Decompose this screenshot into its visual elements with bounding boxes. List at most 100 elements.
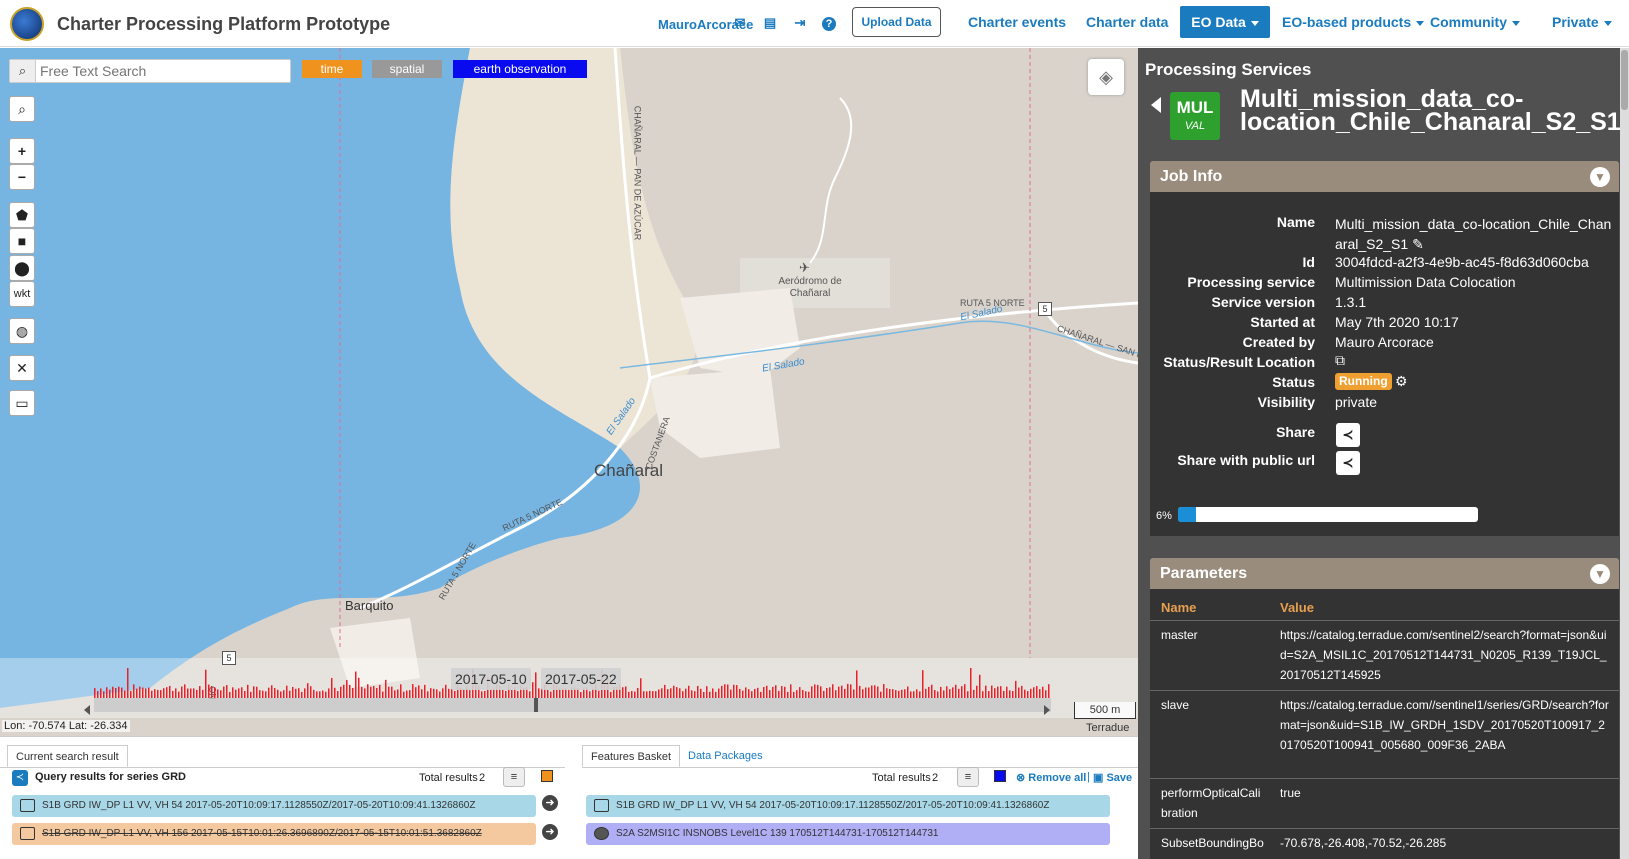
job-info-header[interactable]: Job Info ▼ <box>1150 161 1619 192</box>
basket-color-swatch[interactable] <box>994 770 1006 782</box>
pin-icon[interactable]: ⬤ <box>9 255 35 281</box>
timeline-start-date[interactable]: 2017-05-10 <box>451 668 531 690</box>
add-to-basket-icon[interactable]: ➜ <box>542 824 558 840</box>
timeline-tick <box>826 687 828 698</box>
upload-data-button[interactable]: Upload Data <box>852 7 941 37</box>
nav-private[interactable]: Private <box>1552 14 1612 30</box>
rectangle-icon[interactable]: ■ <box>9 228 35 254</box>
series-color-swatch[interactable] <box>541 770 553 782</box>
share-icon[interactable]: ≺ <box>1336 423 1360 447</box>
basket-row[interactable]: S1B GRD IW_DP L1 VV, VH 54 2017-05-20T10… <box>586 795 1110 817</box>
timeline-tick <box>313 689 315 698</box>
help-icon[interactable]: ? <box>822 17 836 31</box>
nav-charter-data[interactable]: Charter data <box>1086 14 1168 30</box>
timeline-right-arrow[interactable] <box>1044 705 1050 715</box>
share-public-icon[interactable]: ≺ <box>1336 451 1360 475</box>
add-to-basket-icon[interactable]: ➜ <box>542 795 558 811</box>
param-name: master <box>1161 628 1198 642</box>
timeline-tick <box>922 670 924 698</box>
globe-icon[interactable]: ◍ <box>9 318 35 344</box>
nav-community[interactable]: Community <box>1430 14 1520 30</box>
field-label: Id <box>1302 254 1315 270</box>
timeline-tick <box>835 690 837 698</box>
timeline-tick <box>1024 689 1026 698</box>
eo-filter-chip[interactable]: earth observation <box>453 60 587 78</box>
timeline-handle[interactable] <box>534 698 538 712</box>
envelope-icon[interactable]: ✉ <box>732 15 748 31</box>
chevron-down-icon[interactable]: ▼ <box>1590 564 1610 584</box>
timeline-tick <box>631 691 633 698</box>
charter-logo[interactable] <box>10 7 44 41</box>
sign-out-icon[interactable]: ⇥ <box>792 15 808 31</box>
timeline-tick <box>904 689 906 698</box>
timeline-tick <box>673 685 675 698</box>
progress-percent: 6% <box>1156 510 1172 522</box>
timeline-tick <box>982 691 984 698</box>
layers-icon[interactable]: ◈ <box>1088 59 1124 95</box>
parameters-header[interactable]: Parameters ▼ <box>1150 558 1619 589</box>
map-attribution[interactable]: Terradue <box>1086 722 1129 734</box>
timeline-tick <box>97 691 99 698</box>
share-icon[interactable]: ≺ <box>12 770 28 786</box>
timeline-end-date[interactable]: 2017-05-22 <box>541 668 621 690</box>
timeline-tick <box>1000 686 1002 698</box>
timeline-left-arrow[interactable] <box>84 705 90 715</box>
basket-row[interactable]: S2A S2MSI1C INSNOBS Level1C 139 170512T1… <box>586 823 1110 845</box>
book-icon[interactable]: ▤ <box>762 15 778 31</box>
param-value: -70.678,-26.408,-70.52,-26.285 <box>1280 836 1447 850</box>
timeline-tick <box>775 685 777 698</box>
ruler-icon[interactable]: ▭ <box>9 390 35 416</box>
field-label: Processing service <box>1187 274 1315 290</box>
search-icon[interactable]: ⌕ <box>10 60 36 82</box>
list-view-icon[interactable]: ≡ <box>957 767 979 787</box>
list-view-icon[interactable]: ≡ <box>503 767 525 787</box>
result-row-label: S1B GRD IW_DP L1 VV, VH 156 2017-05-15T1… <box>42 828 482 839</box>
timeline-tick <box>451 688 453 698</box>
gear-icon[interactable]: ⚙ <box>1395 373 1408 390</box>
edit-pencil-icon[interactable]: ✎ <box>1412 236 1424 252</box>
timeline-tick <box>493 689 495 698</box>
timeline-tick <box>331 677 333 698</box>
search-tool-icon[interactable]: ⌕ <box>9 96 35 122</box>
timeline-tick <box>847 683 849 698</box>
nav-charter-events[interactable]: Charter events <box>968 14 1066 30</box>
panel-scrollbar[interactable] <box>1620 48 1629 859</box>
wkt-button[interactable]: wkt <box>9 281 35 307</box>
timeline-tick <box>856 670 858 698</box>
tab-data-packages[interactable]: Data Packages <box>680 745 771 767</box>
chevron-down-icon[interactable]: ▼ <box>1590 167 1610 187</box>
app-title[interactable]: Charter Processing Platform Prototype <box>57 14 390 35</box>
timeline-track[interactable] <box>94 698 1051 712</box>
polygon-icon[interactable]: ⬟ <box>9 202 35 228</box>
spatial-filter-chip[interactable]: spatial <box>372 60 442 78</box>
zoom-in-button[interactable]: + <box>9 138 35 164</box>
timeline-tick <box>223 686 225 698</box>
param-name: slave <box>1161 698 1190 712</box>
timeline-tick <box>877 686 879 698</box>
free-text-search[interactable]: ⌕ <box>9 59 291 83</box>
zoom-out-button[interactable]: − <box>9 164 35 190</box>
remove-all-link[interactable]: ⊗ Remove all <box>1016 771 1086 784</box>
timeline-tick <box>127 668 129 698</box>
time-filter-chip[interactable]: time <box>302 60 362 78</box>
timeline-tick <box>208 684 210 698</box>
timeline-tick <box>277 689 279 698</box>
timeline-tick <box>133 684 135 698</box>
tab-current-search-result[interactable]: Current search result <box>7 745 128 767</box>
nav-eo-data[interactable]: EO Data <box>1180 6 1270 38</box>
external-link-icon[interactable]: ⧉ <box>1335 352 1345 369</box>
timeline-tick <box>688 685 690 698</box>
scrollbar-thumb[interactable] <box>1621 50 1628 110</box>
nav-eo-products[interactable]: EO-based products <box>1282 14 1425 30</box>
param-name: SubsetBoundingBo <box>1161 836 1264 850</box>
result-row[interactable]: S1B GRD IW_DP L1 VV, VH 54 2017-05-20T10… <box>12 795 536 817</box>
search-input[interactable] <box>40 62 286 80</box>
back-arrow-icon[interactable] <box>1151 97 1161 113</box>
timeline-tick <box>235 689 237 698</box>
result-row[interactable]: S1B GRD IW_DP L1 VV, VH 156 2017-05-15T1… <box>12 823 536 845</box>
param-value: https://catalog.terradue.com/sentinel2/s… <box>1280 628 1607 682</box>
map-view[interactable]: Chañaral Barquito Aeródromo de Chañaral … <box>0 48 1138 736</box>
tab-features-basket[interactable]: Features Basket <box>582 745 681 767</box>
save-link[interactable]: ▣ Save <box>1093 771 1132 784</box>
expand-icon[interactable]: ✕ <box>9 355 35 381</box>
